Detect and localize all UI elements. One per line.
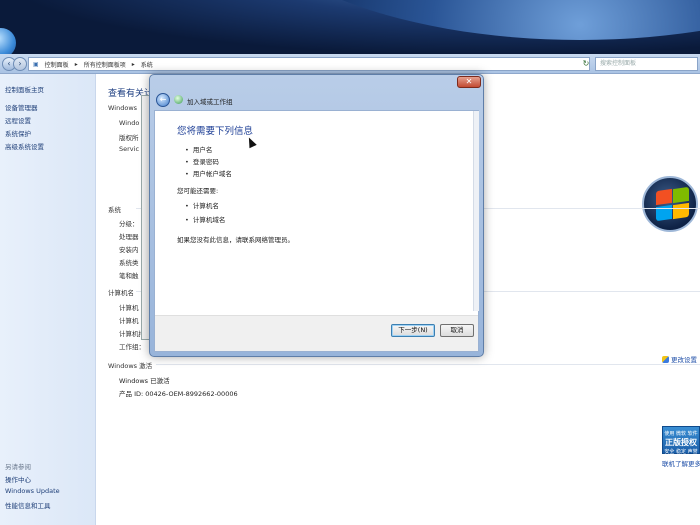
close-button[interactable]: ✕	[457, 76, 481, 88]
start-orb[interactable]	[0, 28, 16, 56]
system-row: 安装内	[119, 246, 139, 254]
back-arrow-icon[interactable]: ←	[156, 93, 170, 107]
genuine-badge-bottom: 安全 稳定 声誉	[664, 449, 698, 455]
system-row: 笔和触	[119, 272, 139, 280]
genuine-badge[interactable]: 使用 微软 软件 正版授权 安全 稳定 声誉	[662, 426, 700, 455]
list-item: 用户帐户域名	[185, 168, 232, 178]
product-id: 产品 ID: 00426-OEM-8992662-00006	[119, 390, 238, 398]
system-row: 分级：	[119, 220, 139, 228]
list-item: 用户名	[185, 144, 213, 154]
change-settings-label: 更改设置	[671, 356, 697, 364]
activation-section-heading: Windows 激活	[108, 362, 153, 370]
sidebar: 控制面板主页 设备管理器 远程设置 系统保护 高级系统设置 另请参阅 操作中心 …	[0, 74, 96, 525]
system-row: 处理器	[119, 233, 139, 241]
list-item: 计算机域名	[185, 214, 226, 224]
activation-status: Windows 已激活	[119, 377, 170, 385]
wizard-body: 您将需要下列信息 用户名 登录密码 用户帐户域名 您可能还需要: 计算机名 计算…	[154, 110, 479, 352]
edition-section-heading: Windows	[108, 104, 138, 112]
scrollbar[interactable]	[473, 111, 479, 311]
system-row: 系统类	[119, 259, 139, 267]
wizard-footer: 下一步(N) 取消	[155, 315, 478, 351]
wizard-heading: 您将需要下列信息	[177, 126, 254, 137]
computer-section-heading: 计算机名	[108, 289, 134, 297]
computer-row: 计算机	[119, 304, 139, 312]
computer-icon: ▣	[33, 60, 39, 68]
sidebar-item-advanced-settings[interactable]: 高级系统设置	[5, 141, 44, 151]
sidebar-link-performance[interactable]: 性能信息和工具	[5, 500, 51, 510]
genuine-badge-main: 正版授权	[665, 438, 697, 447]
next-button[interactable]: 下一步(N)	[391, 324, 435, 337]
sidebar-link-windows-update[interactable]: Windows Update	[5, 487, 60, 495]
search-input[interactable]: 搜索控制面板	[595, 57, 698, 71]
change-settings-link[interactable]: 更改设置	[662, 354, 697, 364]
also-need-label: 您可能还需要:	[177, 187, 219, 195]
wizard-title: 加入域或工作组	[187, 98, 233, 106]
sidebar-item-device-manager[interactable]: 设备管理器	[5, 102, 38, 112]
list-item: 登录密码	[185, 156, 219, 166]
sidebar-item-system-protection[interactable]: 系统保护	[5, 128, 31, 138]
wallpaper-planet	[230, 0, 700, 40]
divider	[156, 364, 700, 365]
breadcrumb-control-panel[interactable]: 控制面板	[45, 60, 69, 69]
cancel-button[interactable]: 取消	[440, 324, 474, 337]
desktop-background	[0, 0, 700, 56]
breadcrumb-arrow-icon: ▸	[131, 60, 135, 68]
breadcrumb-all-items[interactable]: 所有控制面板项	[84, 60, 126, 69]
uac-shield-icon	[662, 356, 669, 363]
sidebar-see-also-heading: 另请参阅	[5, 463, 31, 471]
learn-more-link[interactable]: 联机了解更多	[662, 458, 700, 468]
address-bar[interactable]: ▣ 控制面板 ▸ 所有控制面板项 ▸ 系统	[28, 57, 590, 71]
forward-button[interactable]: ›	[13, 57, 27, 71]
network-icon	[174, 95, 183, 104]
navigation-bar: ‹ › ▣ 控制面板 ▸ 所有控制面板项 ▸ 系统 ↻ 搜索控制面板	[0, 54, 700, 74]
windows-logo	[642, 176, 698, 232]
list-item: 计算机名	[185, 200, 219, 210]
breadcrumb-system[interactable]: 系统	[141, 60, 153, 69]
edition-row: Servic	[119, 145, 140, 153]
edition-row: Windo	[119, 119, 140, 127]
breadcrumb-arrow-icon: ▸	[74, 60, 78, 68]
contact-admin-text: 如果您没有此信息，请联系网络管理员。	[177, 236, 294, 244]
sidebar-item-remote-settings[interactable]: 远程设置	[5, 115, 31, 125]
system-section-heading: 系统	[108, 206, 121, 214]
sidebar-home-link[interactable]: 控制面板主页	[5, 84, 44, 94]
refresh-icon[interactable]: ↻	[580, 57, 592, 71]
sidebar-link-action-center[interactable]: 操作中心	[5, 474, 31, 484]
join-domain-wizard: ✕ ← 加入域或工作组 您将需要下列信息 用户名 登录密码 用户帐户域名 您可能…	[149, 74, 484, 357]
computer-row: 工作组：	[119, 343, 145, 351]
edition-row: 版权所	[119, 134, 139, 142]
computer-row: 计算机	[119, 317, 139, 325]
